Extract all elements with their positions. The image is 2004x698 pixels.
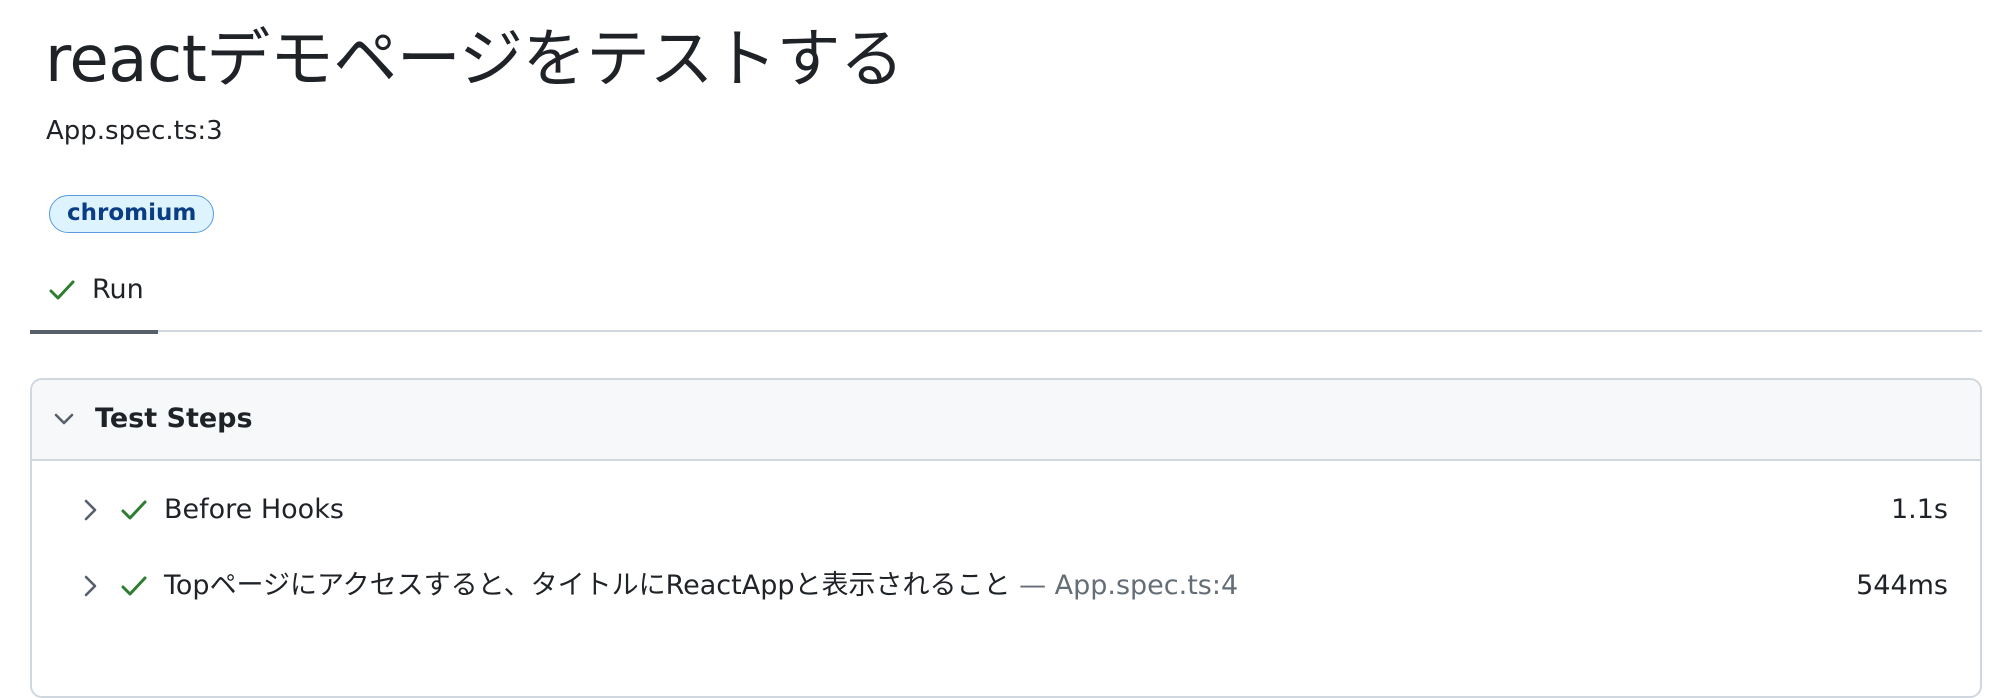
step-location[interactable]: — App.spec.ts:4 [1010,570,1238,601]
chevron-right-icon[interactable] [77,573,103,599]
chevron-down-icon [51,406,77,432]
step-row-top-page[interactable]: Topページにアクセスすると、タイトルにReactAppと表示されること — A… [32,556,1980,616]
step-duration: 544ms [1856,570,1948,601]
test-steps-panel: Test Steps Before Hooks 1.1s Topページにアクセス… [30,378,1982,698]
check-icon [47,275,77,305]
check-icon [119,571,149,601]
step-row-before-hooks[interactable]: Before Hooks 1.1s [32,480,1980,540]
tab-bar: Run [30,260,1982,334]
test-steps-header[interactable]: Test Steps [32,380,1980,461]
page-title: reactデモページをテストする [45,23,904,97]
step-name: Topページにアクセスすると、タイトルにReactAppと表示されること [164,570,1011,601]
tab-run-label: Run [92,274,144,305]
step-title: Before Hooks [164,490,344,530]
spec-location[interactable]: App.spec.ts:3 [46,113,223,149]
chevron-right-icon[interactable] [77,497,103,523]
project-badge[interactable]: chromium [49,195,215,233]
tab-run[interactable]: Run [30,260,158,334]
step-title: Topページにアクセスすると、タイトルにReactAppと表示されること — A… [164,566,1238,606]
step-name: Before Hooks [164,494,344,525]
test-steps-title: Test Steps [95,403,253,434]
step-duration: 1.1s [1890,494,1948,525]
check-icon [119,495,149,525]
